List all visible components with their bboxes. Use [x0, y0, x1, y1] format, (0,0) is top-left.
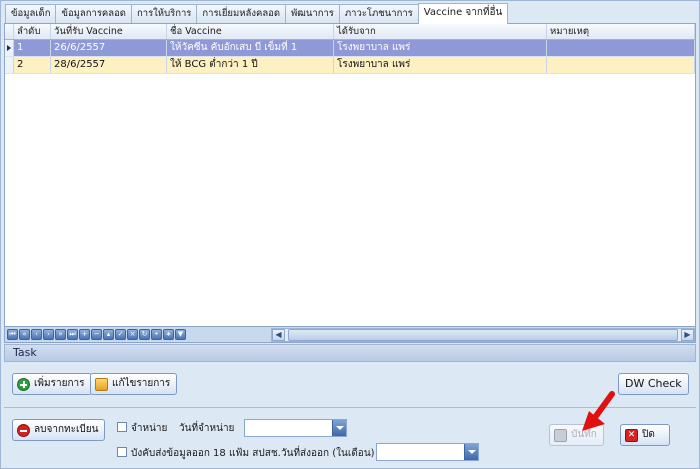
discharge-date-label: วันที่จำหน่าย: [179, 423, 235, 434]
cell-note[interactable]: [547, 40, 695, 56]
current-row-icon: [7, 45, 11, 51]
navigator-buttons: ⏮ « ‹ › » ⏭ + − ▴ ✓ × ↻ • ∗ ▼: [7, 329, 186, 340]
scrollbar-thumb[interactable]: [288, 329, 678, 341]
grid-header: ลำดับ วันที่รับ Vaccine ชื่อ Vaccine ได้…: [5, 24, 695, 40]
nav-delete-icon[interactable]: −: [91, 329, 102, 340]
tab-services[interactable]: การให้บริการ: [130, 4, 198, 23]
cell-date[interactable]: 26/6/2557: [51, 40, 167, 56]
grid-navigator: ⏮ « ‹ › » ⏭ + − ▴ ✓ × ↻ • ∗ ▼ ◀ ▶: [4, 327, 696, 343]
nav-edit-icon[interactable]: ▴: [103, 329, 114, 340]
nav-last-icon[interactable]: ⏭: [67, 329, 78, 340]
remove-from-registry-button[interactable]: ลบจากทะเบียน: [12, 419, 106, 441]
discharge-label: จำหน่าย: [131, 423, 168, 434]
add-item-button[interactable]: เพิ่มรายการ: [12, 373, 92, 395]
col-header-date[interactable]: วันที่รับ Vaccine: [51, 24, 167, 39]
chevron-down-icon[interactable]: [332, 420, 346, 436]
discharge-checkbox[interactable]: [117, 422, 127, 432]
discharge-date-dropdown[interactable]: [244, 419, 347, 437]
main-window: ข้อมูลเด็ก ข้อมูลการคลอด การให้บริการ กา…: [0, 0, 700, 469]
close-button[interactable]: ✕ ปิด: [620, 424, 670, 446]
vaccine-grid[interactable]: ลำดับ วันที่รับ Vaccine ชื่อ Vaccine ได้…: [4, 23, 696, 327]
remove-icon: [17, 423, 30, 437]
send-date-label: วันที่ส่งออก (ในเดือน): [281, 448, 375, 459]
nav-append-icon[interactable]: +: [79, 329, 90, 340]
col-header-no[interactable]: ลำดับ: [14, 24, 51, 39]
annotation-arrow-icon: [582, 391, 615, 431]
nav-prev-icon[interactable]: ‹: [31, 329, 42, 340]
edit-item-button[interactable]: แก้ไขรายการ: [90, 373, 178, 395]
nav-refresh-icon[interactable]: ↻: [139, 329, 150, 340]
save-disk-icon: [554, 428, 567, 442]
scroll-right-icon[interactable]: ▶: [681, 329, 694, 341]
table-row[interactable]: 2 28/6/2557 ให้ BCG ต่ำกว่า 1 ปี โรงพยาบ…: [5, 57, 695, 74]
edit-item-label: แก้ไขรายการ: [112, 378, 171, 389]
nav-goto-bookmark-icon[interactable]: ∗: [163, 329, 174, 340]
cell-from[interactable]: โรงพยาบาล แพร่: [334, 40, 547, 56]
col-header-note[interactable]: หมายเหตุ: [547, 24, 695, 39]
force-send-label: บังคับส่งข้อมูลออก 18 แฟ้ม สปสช.: [131, 448, 281, 459]
nav-first-icon[interactable]: ⏮: [7, 329, 18, 340]
tab-child-info[interactable]: ข้อมูลเด็ก: [5, 4, 57, 23]
force-send-checkbox[interactable]: [117, 447, 127, 457]
task-header: Task: [4, 344, 696, 362]
nav-filter-icon[interactable]: ▼: [175, 329, 186, 340]
row-indicator: [5, 57, 14, 73]
add-icon: [17, 377, 30, 391]
tab-delivery-info[interactable]: ข้อมูลการคลอด: [55, 4, 132, 23]
edit-icon: [95, 377, 108, 391]
dw-check-button[interactable]: DW Check: [618, 373, 689, 395]
col-header-from[interactable]: ได้รับจาก: [334, 24, 547, 39]
send-month-dropdown[interactable]: [376, 443, 479, 461]
chevron-down-icon[interactable]: [464, 444, 478, 460]
close-icon: ✕: [625, 428, 638, 442]
tab-nutrition[interactable]: ภาวะโภชนาการ: [338, 4, 419, 23]
close-label: ปิด: [642, 429, 655, 440]
cell-date[interactable]: 28/6/2557: [51, 57, 167, 73]
nav-bookmark-icon[interactable]: •: [151, 329, 162, 340]
cell-no[interactable]: 2: [14, 57, 51, 73]
row-indicator-header: [5, 24, 14, 39]
cell-from[interactable]: โรงพยาบาล แพร่: [334, 57, 547, 73]
cell-vaccine[interactable]: ให้วัคซีน คับอักเสบ บี เข็มที่ 1: [167, 40, 334, 56]
nav-cancel-icon[interactable]: ×: [127, 329, 138, 340]
cell-no[interactable]: 1: [14, 40, 51, 56]
tab-strip: ข้อมูลเด็ก ข้อมูลการคลอด การให้บริการ กา…: [5, 3, 509, 24]
tab-postnatal-visit[interactable]: การเยี่ยมหลังคลอด: [196, 4, 287, 23]
horizontal-scrollbar[interactable]: ◀ ▶: [271, 328, 695, 342]
tab-external-vaccine[interactable]: Vaccine จากที่อื่น: [417, 3, 509, 24]
row-indicator: [5, 40, 14, 56]
table-row[interactable]: 1 26/6/2557 ให้วัคซีน คับอักเสบ บี เข็มท…: [5, 40, 695, 57]
nav-next-icon[interactable]: ›: [43, 329, 54, 340]
add-item-label: เพิ่มรายการ: [34, 378, 85, 389]
nav-next-page-icon[interactable]: »: [55, 329, 66, 340]
cell-note[interactable]: [547, 57, 695, 73]
nav-post-icon[interactable]: ✓: [115, 329, 126, 340]
nav-prev-page-icon[interactable]: «: [19, 329, 30, 340]
cell-vaccine[interactable]: ให้ BCG ต่ำกว่า 1 ปี: [167, 57, 334, 73]
scroll-left-icon[interactable]: ◀: [272, 329, 285, 341]
remove-from-registry-label: ลบจากทะเบียน: [34, 424, 99, 435]
tab-development[interactable]: พัฒนาการ: [285, 4, 340, 23]
col-header-vaccine[interactable]: ชื่อ Vaccine: [167, 24, 334, 39]
